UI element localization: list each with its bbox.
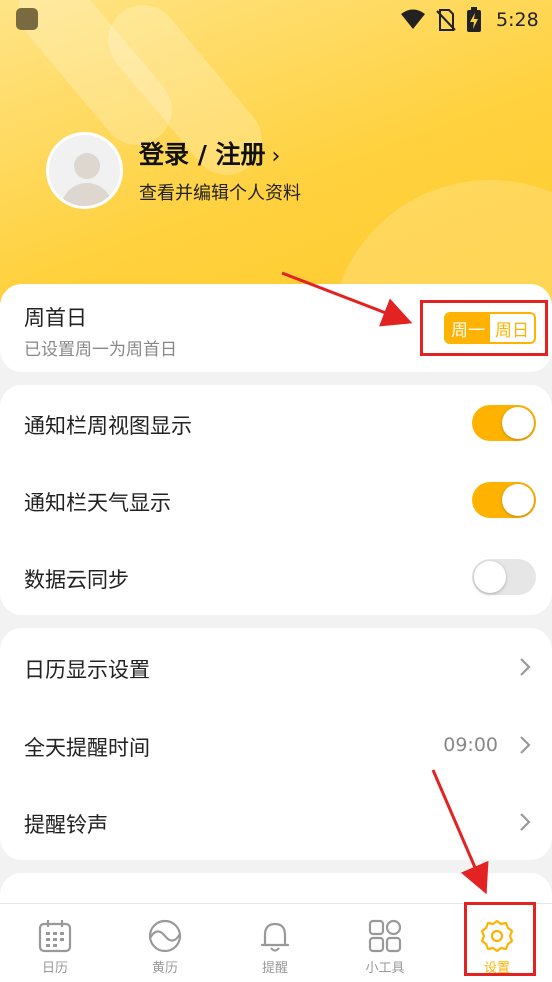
- toggle-row-cloud-sync: 数据云同步: [0, 539, 552, 616]
- tab-tools[interactable]: 小工具: [330, 904, 440, 982]
- toggle-settings-card: 通知栏周视图显示 通知栏天气显示 数据云同步: [0, 385, 552, 615]
- list-item-label: 全天提醒时间: [24, 736, 150, 760]
- login-register-label: 登录 / 注册: [139, 140, 266, 169]
- all-day-reminder-time-row[interactable]: 全天提醒时间 09:00: [0, 706, 552, 784]
- toggle-label: 通知栏周视图显示: [24, 414, 192, 438]
- profile-entry[interactable]: 登录 / 注册 › 查看并编辑个人资料: [46, 130, 301, 210]
- chevron-right-icon: ›: [271, 144, 281, 169]
- general-settings-card: 日历显示设置 全天提醒时间 09:00 提醒铃声: [0, 628, 552, 860]
- tab-label: 黄历: [151, 961, 178, 976]
- login-register-link[interactable]: 登录 / 注册 ›: [139, 135, 301, 171]
- calendar-display-settings-row[interactable]: 日历显示设置: [0, 628, 552, 706]
- status-time: 5:28: [496, 9, 539, 31]
- chevron-right-icon: [520, 813, 531, 831]
- avatar[interactable]: [46, 131, 123, 209]
- tab-reminders[interactable]: 提醒: [220, 904, 330, 982]
- list-item-label: 日历显示设置: [24, 658, 150, 682]
- tab-label: 小工具: [365, 961, 405, 976]
- chevron-right-icon: [520, 658, 531, 676]
- reminder-time-value: 09:00: [443, 734, 498, 756]
- status-bar: 5:28: [0, 0, 552, 40]
- toggle-label: 通知栏天气显示: [24, 491, 171, 515]
- weather-toggle[interactable]: [472, 482, 536, 518]
- tab-calendar[interactable]: 日历: [0, 904, 110, 982]
- tab-label: 提醒: [261, 961, 288, 976]
- annotation-highlight-box: [420, 300, 548, 356]
- profile-subtitle: 查看并编辑个人资料: [139, 183, 301, 204]
- list-item-label: 提醒铃声: [24, 813, 108, 837]
- week-start-title: 周首日: [24, 306, 87, 330]
- almanac-icon: [148, 919, 182, 953]
- reminder-ringtone-row[interactable]: 提醒铃声: [0, 784, 552, 860]
- battery-charging-icon: [467, 7, 481, 32]
- toggle-row-weather: 通知栏天气显示: [0, 462, 552, 539]
- toggle-label: 数据云同步: [24, 568, 129, 592]
- bell-icon: [260, 922, 290, 952]
- app-notification-icon: [16, 8, 38, 30]
- wifi-icon: [401, 9, 425, 29]
- tab-almanac[interactable]: 黄历: [110, 904, 220, 982]
- no-sim-icon: [436, 9, 456, 31]
- toggle-row-week-view: 通知栏周视图显示: [0, 385, 552, 462]
- week-start-subtitle: 已设置周一为周首日: [24, 340, 177, 360]
- cloud-sync-toggle[interactable]: [472, 559, 536, 595]
- calendar-icon: [38, 920, 72, 953]
- annotation-highlight-box: [464, 902, 536, 976]
- tab-label: 日历: [41, 961, 68, 976]
- week-view-toggle[interactable]: [472, 405, 536, 441]
- chevron-right-icon: [520, 736, 531, 754]
- tools-icon: [368, 919, 402, 953]
